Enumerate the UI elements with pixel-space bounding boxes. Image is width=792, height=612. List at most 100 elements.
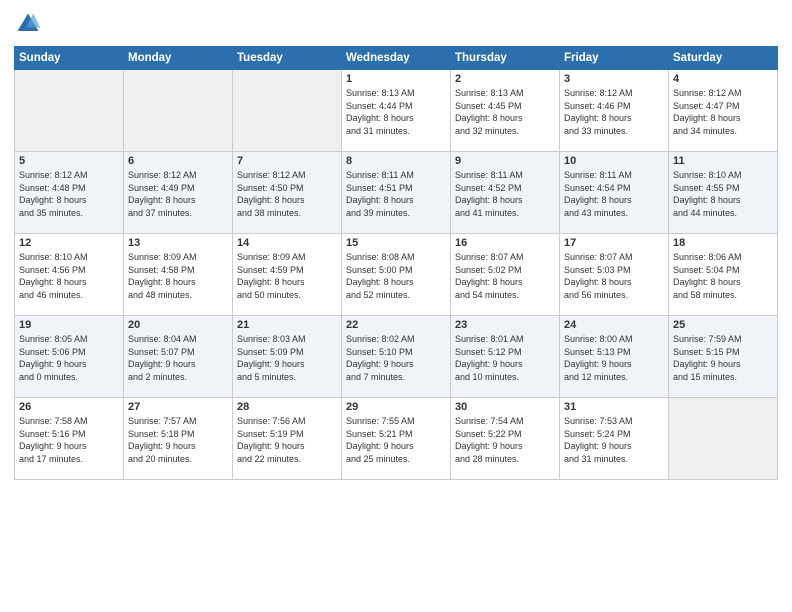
day-number: 17 xyxy=(564,237,664,249)
logo-icon xyxy=(14,10,42,38)
calendar-cell: 21 Sunrise: 8:03 AM Sunset: 5:09 PM Dayli… xyxy=(233,316,342,398)
calendar-cell xyxy=(15,70,124,152)
day-info: Sunrise: 8:12 AM Sunset: 4:49 PM Dayligh… xyxy=(128,169,228,219)
day-info: Sunrise: 8:02 AM Sunset: 5:10 PM Dayligh… xyxy=(346,333,446,383)
day-number: 3 xyxy=(564,73,664,85)
calendar-cell: 29 Sunrise: 7:55 AM Sunset: 5:21 PM Dayli… xyxy=(342,398,451,480)
weekday-row: SundayMondayTuesdayWednesdayThursdayFrid… xyxy=(15,47,778,70)
calendar-cell: 30Sunrise: 7:54 AM Sunset: 5:22 PM Dayli… xyxy=(451,398,560,480)
day-number: 21 xyxy=(237,319,337,331)
day-info: Sunrise: 8:03 AM Sunset: 5:09 PM Dayligh… xyxy=(237,333,337,383)
day-info: Sunrise: 8:07 AM Sunset: 5:03 PM Dayligh… xyxy=(564,251,664,301)
weekday-header-tuesday: Tuesday xyxy=(233,47,342,70)
day-number: 6 xyxy=(128,155,228,167)
day-info: Sunrise: 8:09 AM Sunset: 4:58 PM Dayligh… xyxy=(128,251,228,301)
day-info: Sunrise: 8:10 AM Sunset: 4:55 PM Dayligh… xyxy=(673,169,773,219)
calendar-cell: 10 Sunrise: 8:11 AM Sunset: 4:54 PM Dayli… xyxy=(560,152,669,234)
calendar-cell: 3 Sunrise: 8:12 AM Sunset: 4:46 PM Daylig… xyxy=(560,70,669,152)
calendar-cell: 25 Sunrise: 7:59 AM Sunset: 5:15 PM Dayli… xyxy=(669,316,778,398)
calendar-cell: 28 Sunrise: 7:56 AM Sunset: 5:19 PM Dayli… xyxy=(233,398,342,480)
day-info: Sunrise: 7:57 AM Sunset: 5:18 PM Dayligh… xyxy=(128,415,228,465)
calendar-cell: 16Sunrise: 8:07 AM Sunset: 5:02 PM Dayli… xyxy=(451,234,560,316)
calendar-cell xyxy=(669,398,778,480)
calendar-header: SundayMondayTuesdayWednesdayThursdayFrid… xyxy=(15,47,778,70)
calendar-cell: 19 Sunrise: 8:05 AM Sunset: 5:06 PM Dayli… xyxy=(15,316,124,398)
day-info: Sunrise: 7:58 AM Sunset: 5:16 PM Dayligh… xyxy=(19,415,119,465)
day-info: Sunrise: 8:11 AM Sunset: 4:52 PM Dayligh… xyxy=(455,169,555,219)
day-info: Sunrise: 7:55 AM Sunset: 5:21 PM Dayligh… xyxy=(346,415,446,465)
day-info: Sunrise: 8:09 AM Sunset: 4:59 PM Dayligh… xyxy=(237,251,337,301)
calendar-cell: 26 Sunrise: 7:58 AM Sunset: 5:16 PM Dayli… xyxy=(15,398,124,480)
day-number: 7 xyxy=(237,155,337,167)
day-info: Sunrise: 8:12 AM Sunset: 4:50 PM Dayligh… xyxy=(237,169,337,219)
day-info: Sunrise: 8:11 AM Sunset: 4:51 PM Dayligh… xyxy=(346,169,446,219)
day-number: 20 xyxy=(128,319,228,331)
calendar-table: SundayMondayTuesdayWednesdayThursdayFrid… xyxy=(14,46,778,480)
calendar-cell: 14Sunrise: 8:09 AM Sunset: 4:59 PM Dayli… xyxy=(233,234,342,316)
day-number: 29 xyxy=(346,401,446,413)
day-number: 16 xyxy=(455,237,555,249)
calendar-cell: 1Sunrise: 8:13 AM Sunset: 4:44 PM Daylig… xyxy=(342,70,451,152)
week-row-2: 5 Sunrise: 8:12 AM Sunset: 4:48 PM Daylig… xyxy=(15,152,778,234)
day-number: 26 xyxy=(19,401,119,413)
weekday-header-thursday: Thursday xyxy=(451,47,560,70)
day-info: Sunrise: 8:12 AM Sunset: 4:48 PM Dayligh… xyxy=(19,169,119,219)
calendar-cell: 5 Sunrise: 8:12 AM Sunset: 4:48 PM Daylig… xyxy=(15,152,124,234)
day-info: Sunrise: 8:05 AM Sunset: 5:06 PM Dayligh… xyxy=(19,333,119,383)
week-row-1: 1Sunrise: 8:13 AM Sunset: 4:44 PM Daylig… xyxy=(15,70,778,152)
calendar-cell: 9Sunrise: 8:11 AM Sunset: 4:52 PM Daylig… xyxy=(451,152,560,234)
calendar-cell: 2Sunrise: 8:13 AM Sunset: 4:45 PM Daylig… xyxy=(451,70,560,152)
day-info: Sunrise: 8:10 AM Sunset: 4:56 PM Dayligh… xyxy=(19,251,119,301)
weekday-header-saturday: Saturday xyxy=(669,47,778,70)
week-row-5: 26 Sunrise: 7:58 AM Sunset: 5:16 PM Dayli… xyxy=(15,398,778,480)
day-info: Sunrise: 7:59 AM Sunset: 5:15 PM Dayligh… xyxy=(673,333,773,383)
calendar-cell: 13 Sunrise: 8:09 AM Sunset: 4:58 PM Dayli… xyxy=(124,234,233,316)
day-number: 5 xyxy=(19,155,119,167)
day-number: 8 xyxy=(346,155,446,167)
calendar-cell: 11 Sunrise: 8:10 AM Sunset: 4:55 PM Dayli… xyxy=(669,152,778,234)
calendar-cell: 15Sunrise: 8:08 AM Sunset: 5:00 PM Dayli… xyxy=(342,234,451,316)
day-number: 30 xyxy=(455,401,555,413)
calendar-cell: 22Sunrise: 8:02 AM Sunset: 5:10 PM Dayli… xyxy=(342,316,451,398)
calendar-body: 1Sunrise: 8:13 AM Sunset: 4:44 PM Daylig… xyxy=(15,70,778,480)
week-row-4: 19 Sunrise: 8:05 AM Sunset: 5:06 PM Dayli… xyxy=(15,316,778,398)
weekday-header-sunday: Sunday xyxy=(15,47,124,70)
day-info: Sunrise: 8:04 AM Sunset: 5:07 PM Dayligh… xyxy=(128,333,228,383)
calendar-cell: 7 Sunrise: 8:12 AM Sunset: 4:50 PM Daylig… xyxy=(233,152,342,234)
header xyxy=(14,10,778,38)
calendar-cell: 8 Sunrise: 8:11 AM Sunset: 4:51 PM Daylig… xyxy=(342,152,451,234)
day-number: 25 xyxy=(673,319,773,331)
day-number: 1 xyxy=(346,73,446,85)
day-info: Sunrise: 8:00 AM Sunset: 5:13 PM Dayligh… xyxy=(564,333,664,383)
day-number: 28 xyxy=(237,401,337,413)
day-number: 19 xyxy=(19,319,119,331)
page: SundayMondayTuesdayWednesdayThursdayFrid… xyxy=(0,0,792,612)
day-number: 11 xyxy=(673,155,773,167)
day-info: Sunrise: 8:06 AM Sunset: 5:04 PM Dayligh… xyxy=(673,251,773,301)
day-number: 18 xyxy=(673,237,773,249)
weekday-header-wednesday: Wednesday xyxy=(342,47,451,70)
day-info: Sunrise: 8:12 AM Sunset: 4:47 PM Dayligh… xyxy=(673,87,773,137)
day-number: 4 xyxy=(673,73,773,85)
day-number: 31 xyxy=(564,401,664,413)
calendar-cell: 20 Sunrise: 8:04 AM Sunset: 5:07 PM Dayli… xyxy=(124,316,233,398)
weekday-header-monday: Monday xyxy=(124,47,233,70)
day-number: 27 xyxy=(128,401,228,413)
day-info: Sunrise: 8:11 AM Sunset: 4:54 PM Dayligh… xyxy=(564,169,664,219)
calendar-cell: 6 Sunrise: 8:12 AM Sunset: 4:49 PM Daylig… xyxy=(124,152,233,234)
calendar-cell: 4 Sunrise: 8:12 AM Sunset: 4:47 PM Daylig… xyxy=(669,70,778,152)
calendar-cell: 17 Sunrise: 8:07 AM Sunset: 5:03 PM Dayli… xyxy=(560,234,669,316)
day-info: Sunrise: 8:13 AM Sunset: 4:45 PM Dayligh… xyxy=(455,87,555,137)
day-number: 13 xyxy=(128,237,228,249)
week-row-3: 12 Sunrise: 8:10 AM Sunset: 4:56 PM Dayli… xyxy=(15,234,778,316)
day-info: Sunrise: 8:01 AM Sunset: 5:12 PM Dayligh… xyxy=(455,333,555,383)
day-info: Sunrise: 7:56 AM Sunset: 5:19 PM Dayligh… xyxy=(237,415,337,465)
day-number: 12 xyxy=(19,237,119,249)
logo xyxy=(14,10,45,38)
day-info: Sunrise: 8:12 AM Sunset: 4:46 PM Dayligh… xyxy=(564,87,664,137)
calendar-cell: 31Sunrise: 7:53 AM Sunset: 5:24 PM Dayli… xyxy=(560,398,669,480)
calendar-cell: 18 Sunrise: 8:06 AM Sunset: 5:04 PM Dayli… xyxy=(669,234,778,316)
day-number: 10 xyxy=(564,155,664,167)
calendar-cell xyxy=(233,70,342,152)
calendar-cell: 23Sunrise: 8:01 AM Sunset: 5:12 PM Dayli… xyxy=(451,316,560,398)
